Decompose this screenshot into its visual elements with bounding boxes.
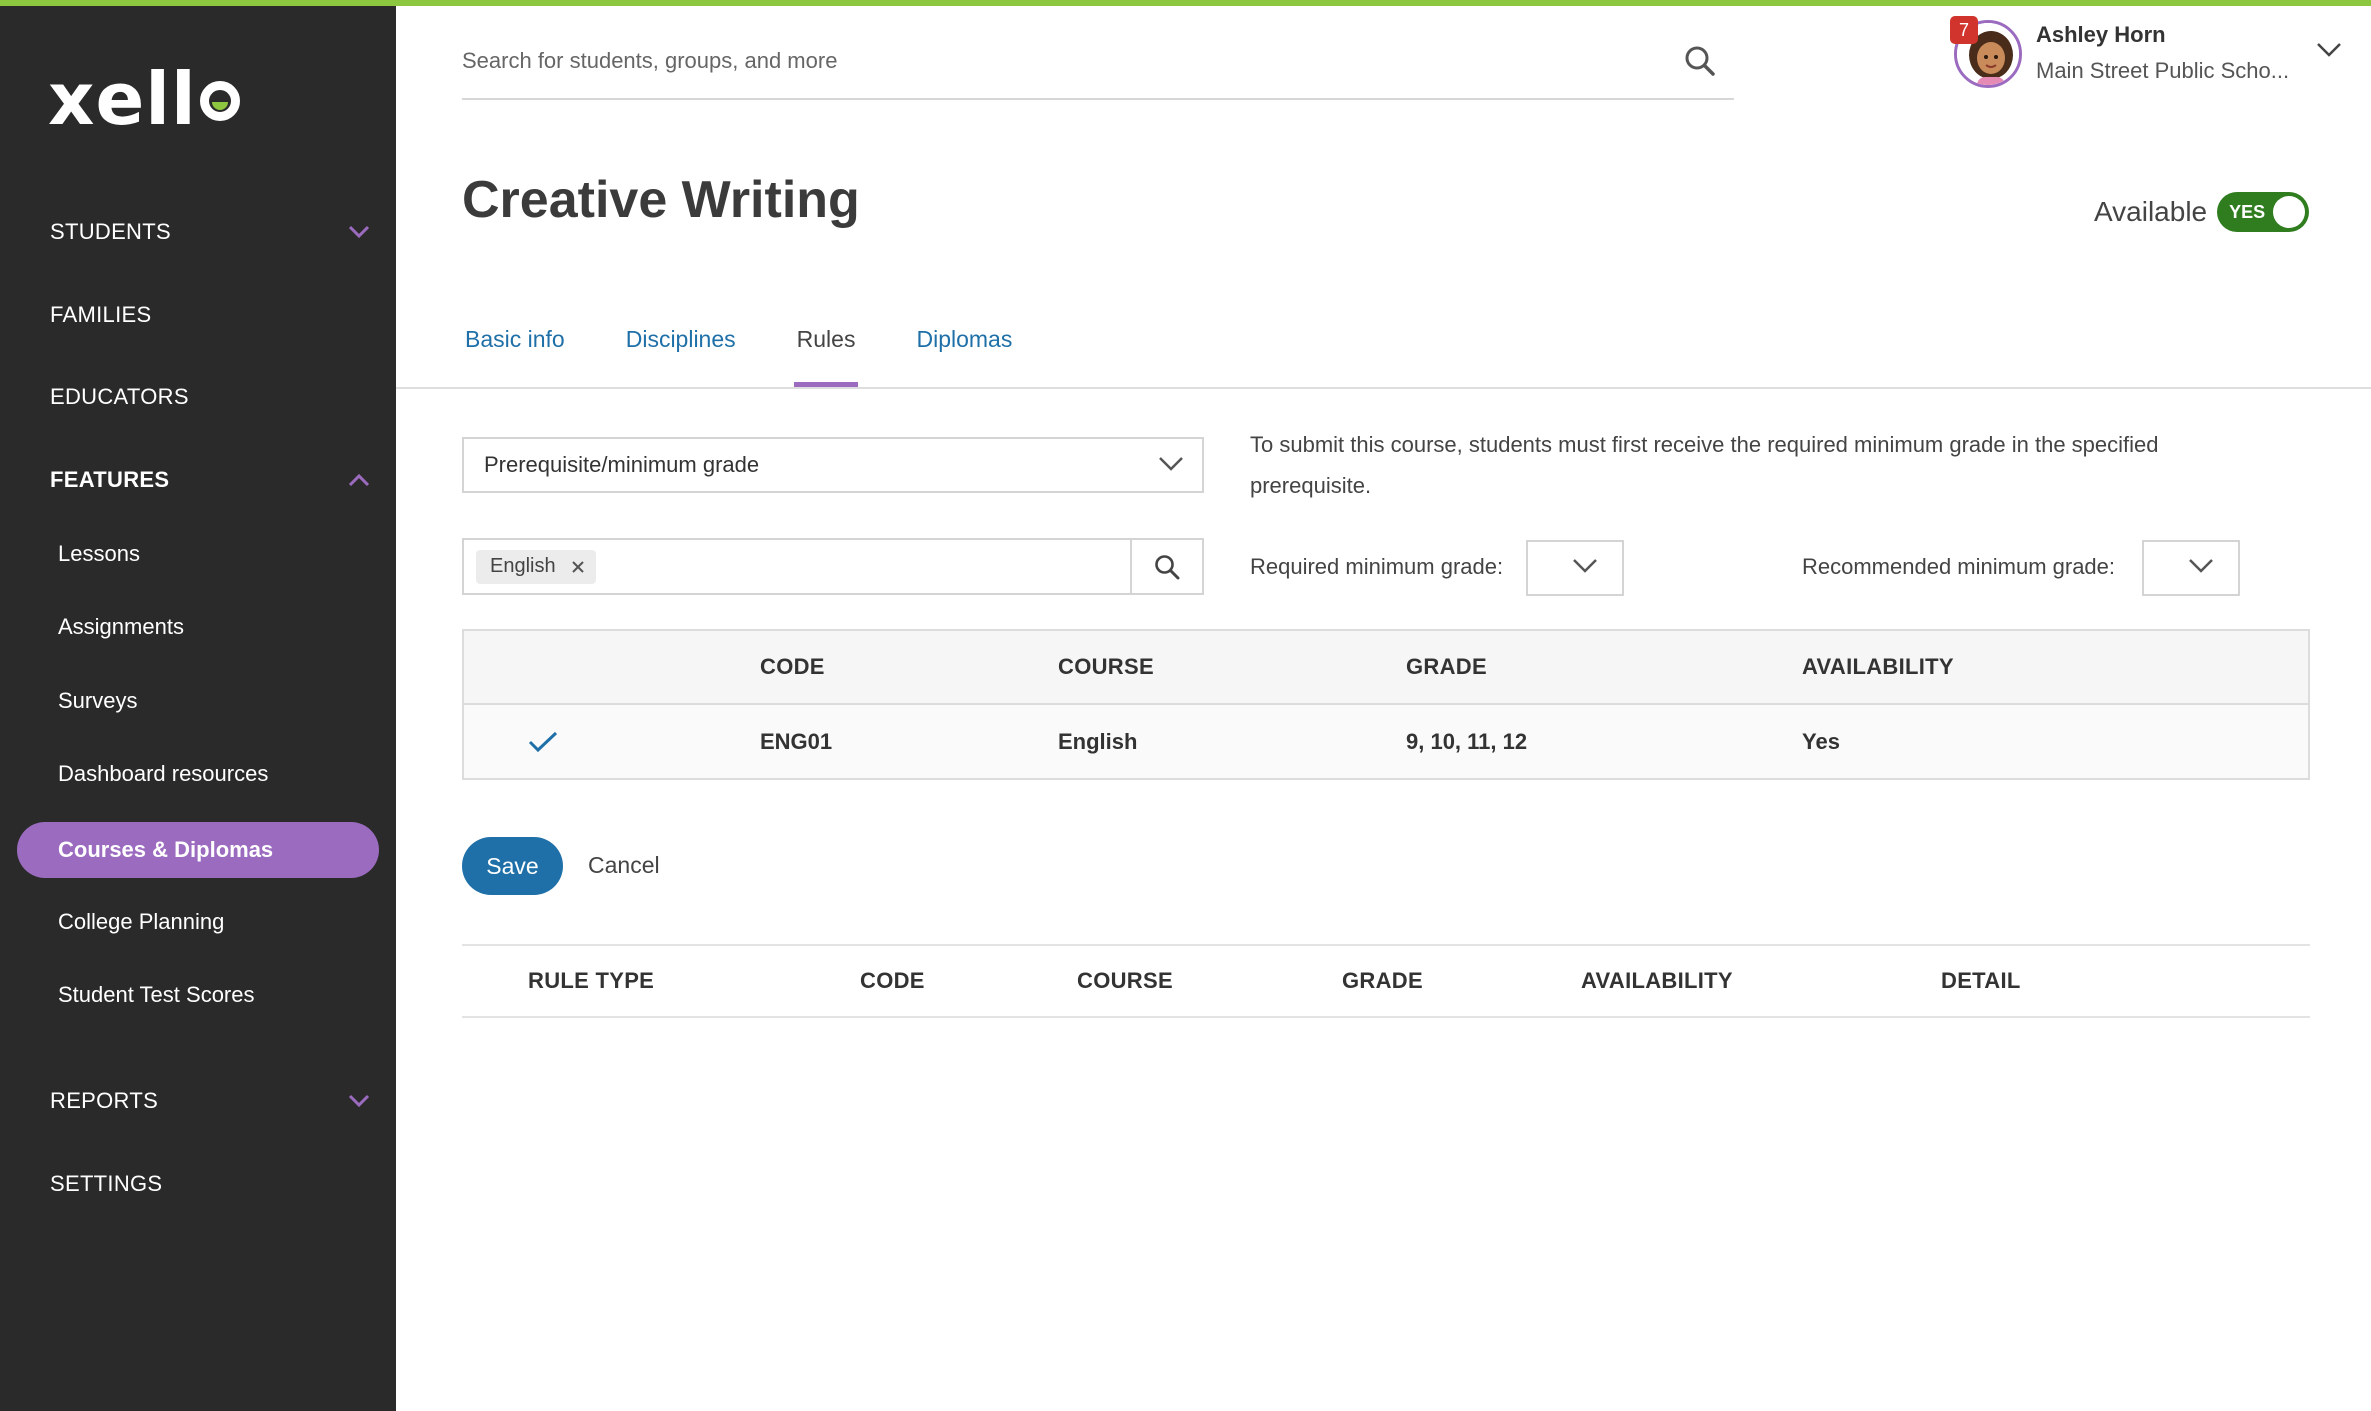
page-title: Creative Writing xyxy=(462,171,860,229)
course-chip: English xyxy=(476,549,596,584)
tab-basic-info[interactable]: Basic info xyxy=(462,318,568,388)
course-search[interactable]: English xyxy=(462,538,1204,595)
rule-type-select[interactable]: Prerequisite/minimum grade xyxy=(462,437,1204,493)
cancel-button[interactable]: Cancel xyxy=(588,852,660,879)
chevron-down-icon xyxy=(348,221,370,243)
table-header: CODE COURSE GRADE AVAILABILITY xyxy=(464,631,2308,705)
rule-description: To submit this course, students must fir… xyxy=(1250,432,2159,498)
required-grade-select[interactable] xyxy=(1526,540,1624,596)
column-header-availability: AVAILABILITY xyxy=(1581,968,1733,993)
column-header-course: COURSE xyxy=(1058,654,1154,679)
sidebar-section-settings[interactable]: SETTINGS xyxy=(50,1162,370,1206)
tab-disciplines[interactable]: Disciplines xyxy=(623,318,739,388)
column-header-availability: AVAILABILITY xyxy=(1802,654,1954,679)
chevron-down-icon xyxy=(2188,558,2214,579)
tabs-divider xyxy=(396,387,2371,389)
checkmark-icon[interactable] xyxy=(528,705,558,778)
availability-control: Available YES xyxy=(2094,192,2310,232)
user-menu[interactable]: 7 Ashley Horn Main Street Public Scho... xyxy=(1950,16,2350,92)
sidebar-section-features[interactable]: FEATURES xyxy=(50,458,370,502)
rules-table-header: RULE TYPE CODE COURSE GRADE AVAILABILITY… xyxy=(462,944,2310,1018)
sidebar-section-educators[interactable]: EDUCATORS xyxy=(50,375,370,419)
column-header-grade: GRADE xyxy=(1406,654,1487,679)
save-button[interactable]: Save xyxy=(462,837,563,895)
row-grade: 9, 10, 11, 12 xyxy=(1406,728,1528,754)
table-row[interactable]: ENG01 English 9, 10, 11, 12 Yes xyxy=(464,705,2308,778)
sidebar-item-lessons[interactable]: Lessons xyxy=(17,526,379,582)
sidebar-item-student-test-scores[interactable]: Student Test Scores xyxy=(17,967,379,1023)
chevron-down-icon xyxy=(348,1090,370,1112)
sidebar-item-surveys[interactable]: Surveys xyxy=(17,673,379,729)
recommended-grade-select[interactable] xyxy=(2142,540,2240,596)
available-label: Available xyxy=(2094,196,2208,227)
tab-diplomas[interactable]: Diplomas xyxy=(913,318,1015,388)
toggle-knob xyxy=(2273,196,2306,228)
course-tabs: Basic info Disciplines Rules Diplomas xyxy=(462,318,1070,388)
chevron-up-icon xyxy=(348,469,370,491)
global-search-input[interactable] xyxy=(462,48,1680,74)
notification-badge[interactable]: 7 xyxy=(1950,16,1978,44)
available-toggle[interactable]: YES xyxy=(2217,192,2310,232)
xello-logo[interactable]: xell xyxy=(48,57,240,141)
row-availability: Yes xyxy=(1802,728,1840,754)
close-icon[interactable] xyxy=(570,559,586,575)
column-header-rule-type: RULE TYPE xyxy=(528,968,655,993)
sidebar-section-families[interactable]: FAMILIES xyxy=(50,293,370,337)
column-header-grade: GRADE xyxy=(1342,968,1423,993)
logo-o-icon xyxy=(199,81,240,121)
sidebar-item-college-planning[interactable]: College Planning xyxy=(17,894,379,950)
search-icon[interactable] xyxy=(1130,540,1202,593)
search-icon[interactable] xyxy=(1680,41,1720,81)
sidebar-item-courses-diplomas[interactable]: Courses & Diplomas xyxy=(17,822,379,878)
required-grade-label: Required minimum grade: xyxy=(1250,554,1504,579)
sidebar-section-reports[interactable]: REPORTS xyxy=(50,1079,370,1123)
chevron-down-icon[interactable] xyxy=(2316,42,2342,63)
column-header-code: CODE xyxy=(760,654,825,679)
sidebar: xell STUDENTS FAMILIES EDUCATORS FEATURE… xyxy=(0,6,396,1411)
sidebar-item-dashboard-resources[interactable]: Dashboard resources xyxy=(17,746,379,802)
recommended-grade-label: Recommended minimum grade: xyxy=(1802,554,2116,579)
user-name: Ashley Horn xyxy=(2036,22,2166,47)
sidebar-section-students[interactable]: STUDENTS xyxy=(50,210,370,254)
column-header-code: CODE xyxy=(860,968,925,993)
sidebar-item-assignments[interactable]: Assignments xyxy=(17,599,379,655)
chevron-down-icon xyxy=(1158,452,1184,478)
user-school: Main Street Public Scho... xyxy=(2036,58,2290,83)
chevron-down-icon xyxy=(1572,558,1598,579)
column-header-course: COURSE xyxy=(1077,968,1173,993)
row-course: English xyxy=(1058,728,1138,754)
row-code: ENG01 xyxy=(760,728,833,754)
global-search xyxy=(462,24,1734,100)
column-header-detail: DETAIL xyxy=(1941,968,2021,993)
tab-rules[interactable]: Rules xyxy=(793,318,859,388)
course-results-table: CODE COURSE GRADE AVAILABILITY ENG01 Eng… xyxy=(462,629,2310,780)
